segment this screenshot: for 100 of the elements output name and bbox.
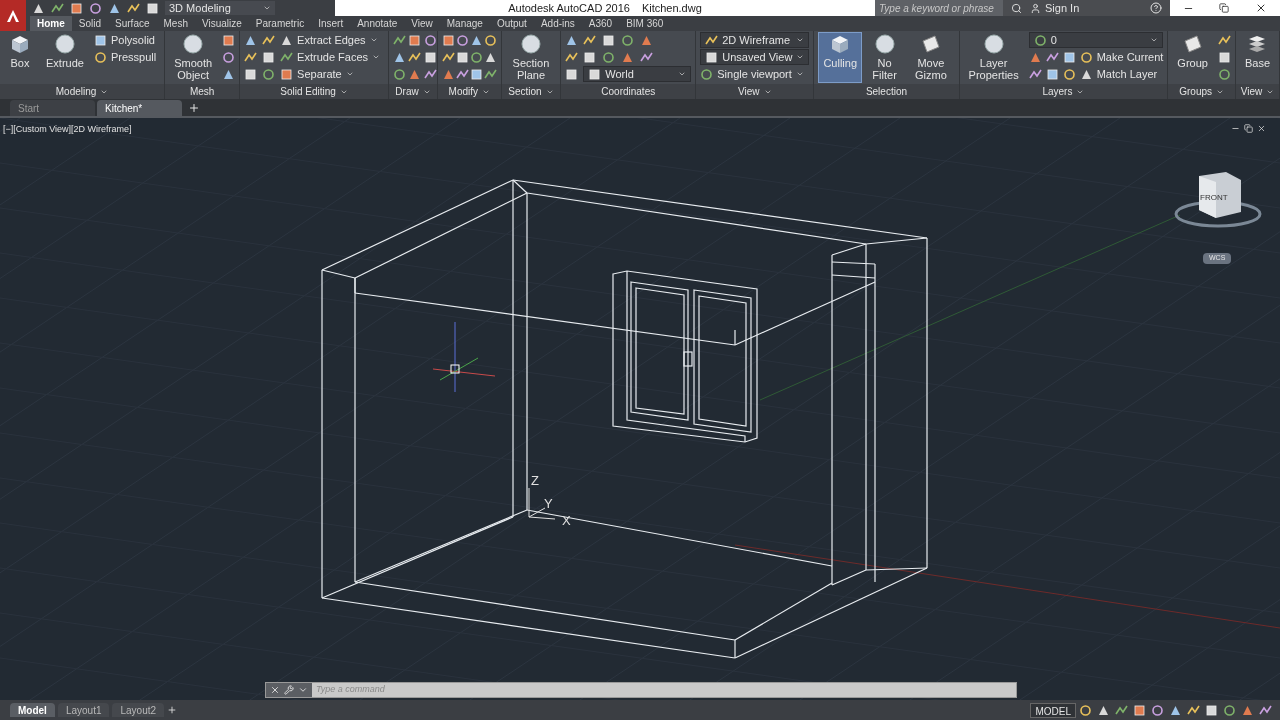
ribbon-tab[interactable]: Mesh [156,16,195,31]
tool-icon[interactable] [244,51,258,64]
tool-icon[interactable] [456,34,470,47]
ribbon-tab[interactable]: View [404,16,440,31]
tool-icon[interactable] [705,33,719,47]
tool-icon[interactable] [244,34,258,47]
ribbon-dropdown[interactable]: 0 [1028,32,1164,48]
tool-icon[interactable] [244,68,258,81]
tool-icon[interactable] [262,68,276,81]
panel-title[interactable]: View [1235,84,1279,99]
model-space-button[interactable]: MODEL [1030,702,1076,718]
ribbon-tab[interactable]: BIM 360 [619,16,671,31]
tool-icon[interactable] [89,1,102,15]
help-icon[interactable] [1150,2,1162,14]
ribbon-large-button[interactable]: Smooth Object [169,32,218,83]
tool-icon[interactable] [408,34,422,47]
ribbon-small-button[interactable]: Extract Edges [280,32,384,48]
ribbon-dropdown[interactable]: Unsaved View [700,49,810,65]
tool-icon[interactable] [1217,68,1231,81]
tool-icon[interactable] [1223,703,1236,717]
tool-icon[interactable] [602,33,616,47]
restore-icon[interactable] [1219,3,1230,13]
ribbon-small-button[interactable]: Separate [280,66,384,82]
ribbon-small-label[interactable]: Make Current [1096,48,1164,66]
file-tab[interactable]: Start [10,100,95,116]
tool-icon[interactable] [588,67,602,81]
new-layout-icon[interactable] [167,705,178,715]
tool-icon[interactable] [1079,67,1093,81]
tool-icon[interactable] [1062,50,1076,64]
tool-icon[interactable] [280,50,294,64]
tool-icon[interactable] [93,33,107,47]
tool-icon[interactable] [1045,67,1059,81]
ribbon-dropdown[interactable]: 2D Wireframe [700,32,810,48]
tool-icon[interactable] [1079,703,1092,717]
tool-icon[interactable] [32,1,45,15]
tool-icon[interactable] [442,51,455,64]
ribbon-small-button[interactable]: Extrude Faces [280,49,384,65]
layout-tab[interactable]: Model [10,703,55,717]
tool-icon[interactable] [700,67,714,81]
panel-title[interactable]: Modify [438,84,501,99]
tool-icon[interactable] [470,51,484,64]
tool-icon[interactable] [1045,50,1059,64]
tool-icon[interactable] [483,34,497,47]
ribbon-large-button[interactable]: Culling [818,32,862,83]
panel-title[interactable]: Section [501,84,561,99]
tool-icon[interactable] [51,1,64,15]
panel-title[interactable]: Selection [814,84,959,99]
app-logo-icon[interactable] [0,0,26,31]
tool-icon[interactable] [565,34,579,47]
tool-icon[interactable] [1097,703,1110,717]
ribbon-tab[interactable]: Parametric [248,16,312,31]
layout-tab[interactable]: Layout1 [57,703,110,717]
tool-icon[interactable] [222,68,236,81]
tool-icon[interactable] [1028,67,1042,81]
file-tab[interactable]: Kitchen* [97,100,182,116]
tool-icon[interactable] [393,51,406,64]
viewport-restore-icon[interactable] [1244,124,1253,133]
ribbon-small-button[interactable]: Polysolid [93,32,161,48]
tool-icon[interactable] [565,68,579,81]
viewport-label[interactable]: [−][Custom View][2D Wireframe] [3,123,132,137]
ribbon-tab[interactable]: Manage [439,16,490,31]
tool-icon[interactable] [393,34,406,47]
tool-icon[interactable] [222,51,236,64]
tool-icon[interactable] [108,1,121,15]
ribbon-large-button[interactable]: Group [1172,32,1213,83]
tool-icon[interactable] [280,67,294,81]
tool-icon[interactable] [423,34,437,47]
tool-icon[interactable] [423,68,437,81]
tool-icon[interactable] [423,51,437,64]
tool-icon[interactable] [621,33,635,47]
tool-icon[interactable] [393,68,406,81]
tool-icon[interactable] [127,1,140,15]
tool-icon[interactable] [1241,703,1254,717]
ribbon-tab[interactable]: Home [30,16,72,31]
tool-icon[interactable] [456,68,470,81]
panel-title[interactable]: Mesh [165,84,240,99]
search-field[interactable]: Type a keyword or phrase [875,0,1003,16]
layout-tab[interactable]: Layout2 [112,703,165,717]
tool-icon[interactable] [1133,703,1146,717]
panel-title[interactable]: Coordinates [561,84,696,99]
viewcube-drawing[interactable] [1174,172,1262,228]
viewcube-face-label[interactable]: FRONT [1200,193,1228,202]
tool-icon[interactable] [483,68,497,81]
ribbon-large-button[interactable]: Layer Properties [963,32,1024,83]
tool-icon[interactable] [1259,703,1272,717]
tool-icon[interactable] [470,34,484,47]
ribbon-tab[interactable]: Add-ins [533,16,582,31]
search-icon[interactable] [1011,2,1022,14]
ribbon-large-button[interactable]: Base [1239,32,1275,83]
panel-title[interactable]: Modeling [0,84,165,99]
caret-icon[interactable] [298,685,308,695]
panel-title[interactable]: View [696,84,814,99]
ribbon-large-button[interactable]: Move Gizmo [907,32,955,83]
ribbon-large-button[interactable]: Extrude [41,32,89,83]
tool-icon[interactable] [93,50,107,64]
tool-icon[interactable] [640,50,654,64]
tool-icon[interactable] [1217,51,1231,64]
tool-icon[interactable] [1187,703,1200,717]
tool-icon[interactable] [408,51,422,64]
panel-title[interactable]: Draw [389,84,437,99]
